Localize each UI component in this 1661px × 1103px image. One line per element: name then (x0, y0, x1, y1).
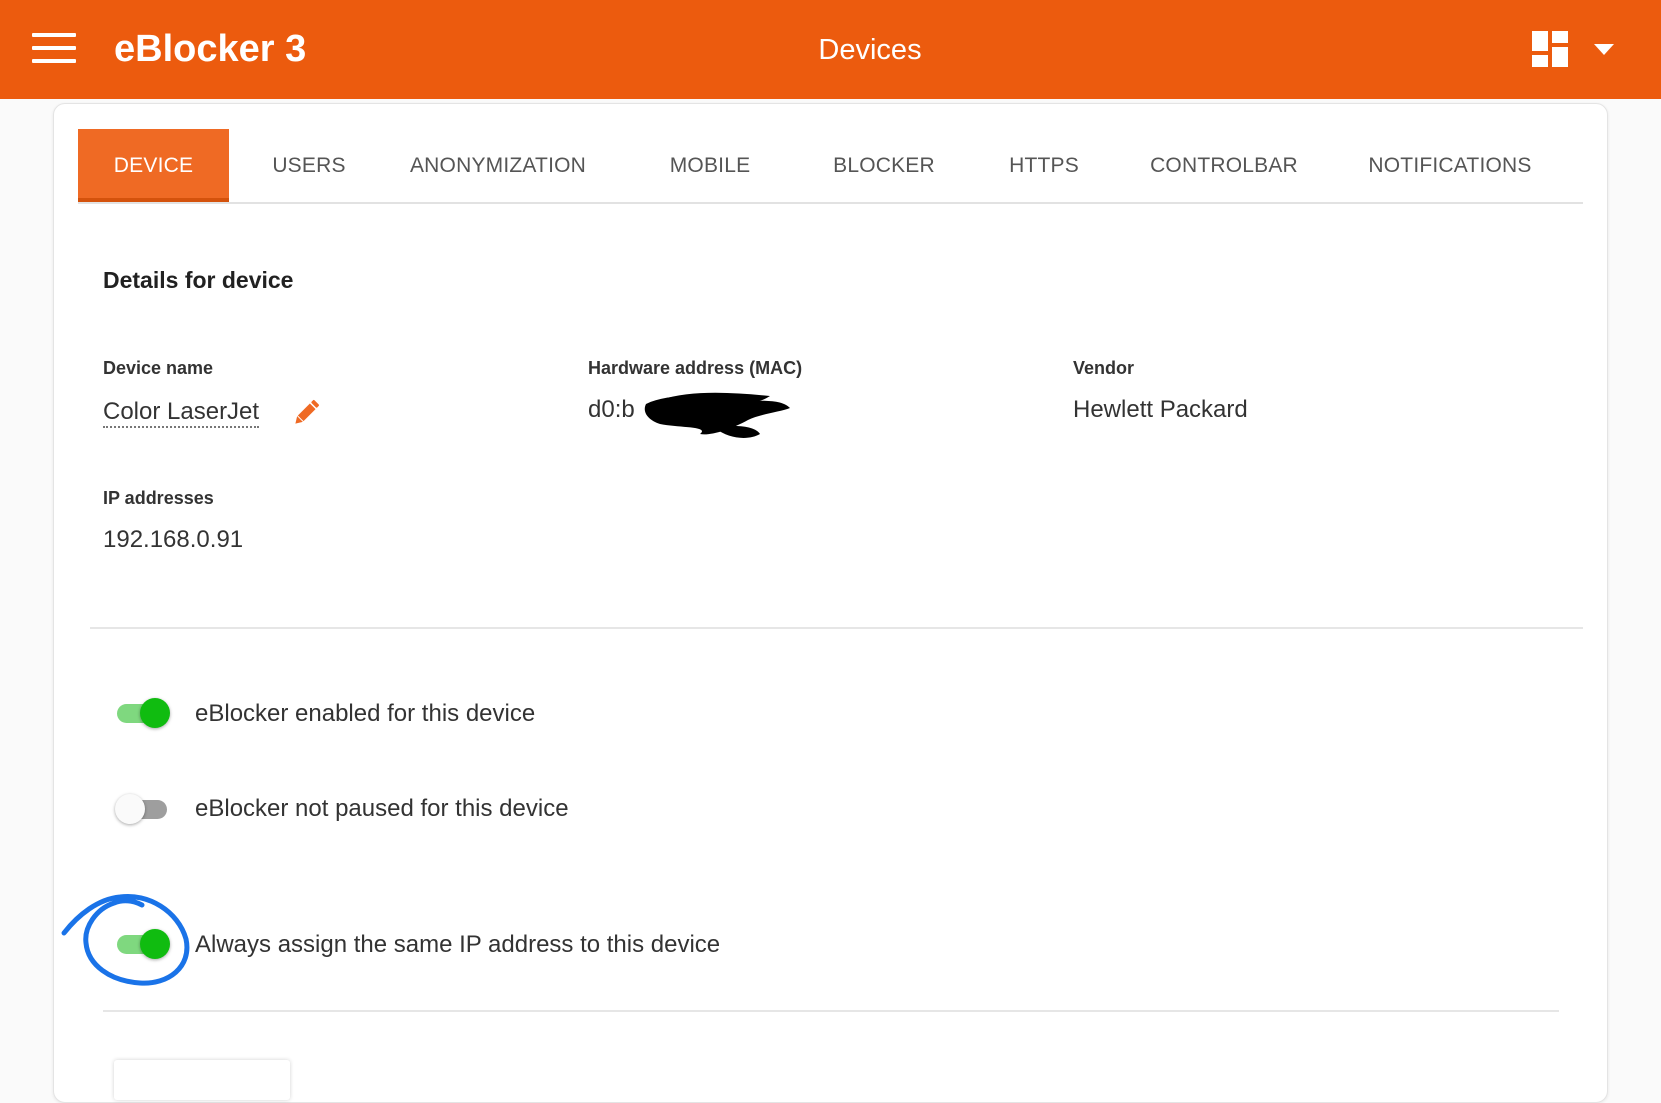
dashboard-menu-button[interactable] (1532, 31, 1624, 69)
section-divider (90, 627, 1583, 629)
vendor-value: Hewlett Packard (1073, 396, 1248, 423)
tab-mobile[interactable]: MOBILE (645, 129, 775, 202)
tab-https[interactable]: HTTPS (984, 129, 1104, 202)
tab-users[interactable]: USERS (250, 129, 368, 202)
bottom-action-button[interactable] (114, 1060, 290, 1100)
device-tabs: DEVICE USERS ANONYMIZATION MOBILE BLOCKE… (78, 129, 1583, 204)
app-toolbar: eBlocker 3 Devices (0, 0, 1661, 99)
tab-blocker[interactable]: BLOCKER (804, 129, 964, 202)
device-name-value[interactable]: Color LaserJet (103, 396, 260, 428)
dashboard-grid-icon (1532, 31, 1568, 67)
bottom-divider (103, 1010, 1559, 1012)
device-name-label: Device name (103, 358, 214, 378)
caret-down-icon (1594, 44, 1614, 55)
vendor-label: Vendor (1073, 358, 1135, 378)
tab-device[interactable]: DEVICE (78, 129, 229, 202)
device-name-link[interactable]: Color LaserJet (103, 398, 260, 428)
toggle-label-eblocker-not-paused: eBlocker not paused for this device (195, 795, 569, 822)
mac-value: d0:b (588, 396, 635, 423)
tab-controlbar[interactable]: CONTROLBAR (1134, 129, 1314, 202)
section-title: Details for device (103, 267, 294, 293)
page-title-text: Devices (818, 34, 922, 66)
tab-notifications[interactable]: NOTIFICATIONS (1350, 129, 1550, 202)
ip-label: IP addresses (103, 488, 214, 508)
mac-label: Hardware address (MAC) (588, 358, 803, 378)
app-brand: eBlocker 3 (114, 28, 307, 70)
tab-anonymization[interactable]: ANONYMIZATION (398, 129, 598, 202)
toggle-label-eblocker-enabled: eBlocker enabled for this device (195, 700, 536, 727)
toggle-fixed-ip[interactable] (115, 929, 171, 959)
hamburger-menu-icon[interactable] (32, 33, 76, 65)
ip-value: 192.168.0.91 (103, 526, 244, 553)
pencil-icon[interactable] (290, 397, 322, 429)
toggle-eblocker-enabled[interactable] (115, 698, 171, 728)
redaction-scribble (644, 392, 790, 438)
toggle-label-fixed-ip: Always assign the same IP address to thi… (195, 931, 721, 958)
toggle-eblocker-not-paused[interactable] (115, 794, 171, 824)
